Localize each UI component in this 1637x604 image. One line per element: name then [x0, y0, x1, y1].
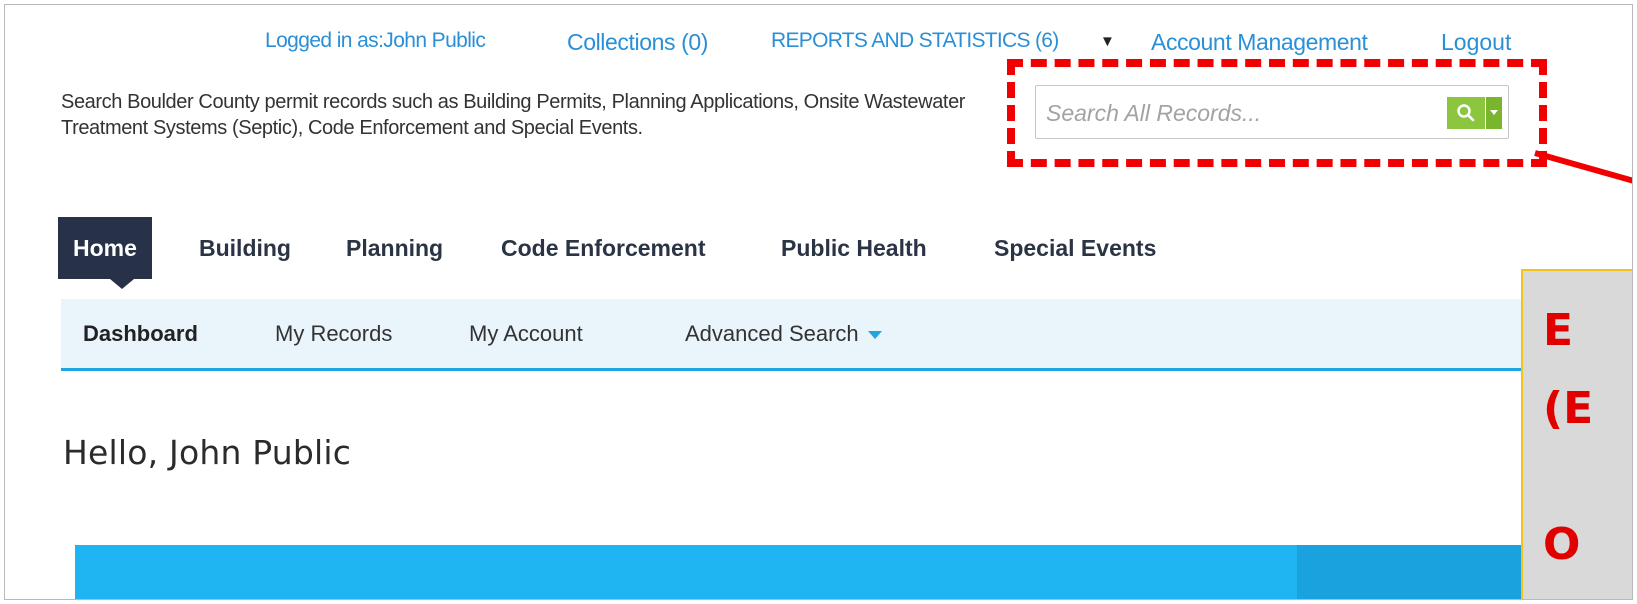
chevron-down-icon	[867, 330, 882, 339]
active-tab-pointer	[110, 279, 134, 289]
tab-special-events[interactable]: Special Events	[994, 217, 1156, 279]
subnav-dashboard[interactable]: Dashboard	[83, 321, 198, 347]
tab-code-enforcement[interactable]: Code Enforcement	[501, 217, 705, 279]
browser-frame: Logged in as:John Public Collections (0)…	[4, 4, 1633, 600]
tab-public-health[interactable]: Public Health	[781, 217, 927, 279]
callout-line-3: O	[1543, 519, 1581, 570]
tab-home[interactable]: Home	[58, 217, 152, 279]
callout-line-1: E	[1543, 305, 1574, 356]
tab-planning[interactable]: Planning	[346, 217, 443, 279]
subnav-advanced-search[interactable]: Advanced Search	[685, 321, 882, 347]
callout-line-2: (E	[1543, 383, 1594, 434]
tab-building[interactable]: Building	[199, 217, 291, 279]
advanced-search-label: Advanced Search	[685, 321, 859, 346]
subnav-my-account[interactable]: My Account	[469, 321, 583, 347]
subnav-my-records[interactable]: My Records	[275, 321, 392, 347]
sub-navigation: Dashboard My Records My Account Advanced…	[61, 299, 1632, 371]
view-collections-button[interactable]	[1297, 545, 1547, 599]
greeting-heading: Hello, John Public	[63, 433, 352, 472]
annotation-callout: E (E O	[1521, 269, 1632, 599]
